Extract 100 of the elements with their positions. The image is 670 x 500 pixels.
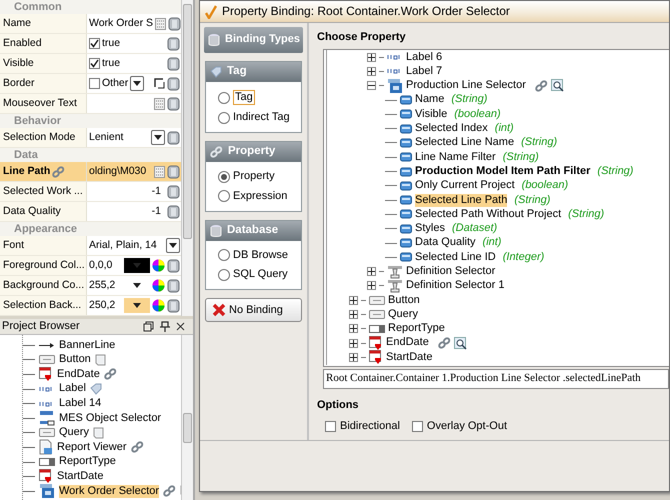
report-icon xyxy=(39,439,53,456)
property-value[interactable]: Work Order S xyxy=(89,17,153,30)
radio-button[interactable] xyxy=(218,190,230,202)
binding-icon[interactable] xyxy=(167,76,180,90)
radio-label[interactable]: SQL Query xyxy=(233,268,288,282)
tree-item[interactable]: Label 7 xyxy=(406,64,442,78)
radio-button[interactable] xyxy=(218,268,230,281)
expand-toggle[interactable] xyxy=(349,296,358,305)
expand-toggle[interactable] xyxy=(367,52,376,62)
checkbox[interactable] xyxy=(325,421,336,432)
no-binding-button[interactable]: No Binding xyxy=(205,298,302,322)
calendar-icon xyxy=(39,366,53,382)
tree-item[interactable]: ReportType xyxy=(59,455,116,469)
checkbox[interactable] xyxy=(89,78,100,89)
radio-button[interactable] xyxy=(218,92,230,104)
tree-item[interactable]: Selected Line Path xyxy=(415,194,508,207)
tree-item[interactable]: Only Current Project xyxy=(415,179,515,192)
tree-item[interactable]: Label xyxy=(59,382,86,396)
radio-label[interactable]: Property xyxy=(233,170,275,184)
dropdown-button[interactable] xyxy=(166,238,180,253)
scrollbar[interactable] xyxy=(181,335,193,500)
radio-button[interactable] xyxy=(218,112,230,124)
border-icon[interactable] xyxy=(154,78,165,89)
tree-item[interactable]: Styles xyxy=(415,222,445,236)
binding-icon[interactable] xyxy=(167,96,180,110)
path-field[interactable]: Root Container.Container 1.Production Line Selector .selectedLinePath xyxy=(323,369,669,389)
close-icon[interactable] xyxy=(176,322,185,331)
text-edit-icon[interactable] xyxy=(154,98,165,110)
tree-item[interactable]: Line Name Filter xyxy=(415,150,496,164)
checkbox-label[interactable]: Bidirectional xyxy=(340,420,400,434)
pin-icon[interactable] xyxy=(160,321,170,332)
tree-item[interactable]: Report Viewer xyxy=(57,440,126,454)
tree-item[interactable]: Query xyxy=(388,308,418,322)
dropdown-button[interactable] xyxy=(130,76,144,91)
property-value: -1 xyxy=(150,185,162,198)
expand-toggle[interactable] xyxy=(367,267,376,276)
binding-icon[interactable] xyxy=(167,164,180,178)
text-edit-icon[interactable] xyxy=(154,18,166,30)
tree-item[interactable]: Button xyxy=(388,294,420,307)
binding-icon[interactable] xyxy=(167,278,180,292)
radio-label[interactable]: Indirect Tag xyxy=(233,111,290,124)
color-wheel-icon[interactable] xyxy=(152,259,165,272)
expand-toggle[interactable] xyxy=(367,281,376,290)
tree-item[interactable]: Label 14 xyxy=(59,397,102,410)
binding-icon[interactable] xyxy=(167,258,180,272)
binding-icon[interactable] xyxy=(167,56,180,70)
tree-item[interactable]: EndDate xyxy=(57,368,100,382)
binding-icon[interactable] xyxy=(167,130,180,144)
tree-item[interactable]: MES Object Selector xyxy=(59,412,162,425)
binding-icon[interactable] xyxy=(167,36,180,50)
expand-toggle[interactable] xyxy=(349,310,358,319)
tree-item[interactable]: Work Order Selector xyxy=(59,484,160,498)
binding-icon[interactable] xyxy=(168,16,181,30)
radio-label[interactable]: Expression xyxy=(233,190,288,203)
tree-item[interactable]: Production Model Item Path Filter xyxy=(415,164,590,178)
radio-button[interactable] xyxy=(218,170,230,183)
property-name: Border xyxy=(3,77,35,90)
text-edit-icon[interactable] xyxy=(154,166,165,178)
radio-label[interactable]: Tag xyxy=(233,90,255,106)
binding-icon[interactable] xyxy=(167,298,180,312)
tree-item[interactable]: Selected Line ID xyxy=(415,250,496,264)
tree-item[interactable]: Name xyxy=(415,93,444,107)
tree-item[interactable]: EndDate xyxy=(386,336,429,350)
tree-item[interactable]: Definition Selector 1 xyxy=(406,279,504,292)
expand-toggle[interactable] xyxy=(349,324,358,334)
color-wheel-icon[interactable] xyxy=(152,299,165,312)
tree-item[interactable]: Selected Path Without Project xyxy=(415,208,562,221)
expand-toggle[interactable] xyxy=(367,81,376,90)
checkbox[interactable] xyxy=(412,421,423,432)
checkbox-label[interactable]: Overlay Opt-Out xyxy=(426,420,507,434)
radio-label[interactable]: DB Browse xyxy=(233,248,288,262)
tree-item[interactable]: Data Quality xyxy=(415,236,476,250)
tree-item[interactable]: Selected Index xyxy=(415,122,488,136)
color-swatch[interactable] xyxy=(124,298,150,313)
tree-item[interactable]: Visible xyxy=(415,108,448,121)
tree-item[interactable]: ReportType xyxy=(388,322,445,336)
tree-item[interactable]: Production Line Selector xyxy=(406,79,526,92)
binding-icon[interactable] xyxy=(167,184,180,198)
tree-item[interactable]: StartDate xyxy=(57,470,104,484)
tree-item[interactable]: Query xyxy=(59,426,89,440)
expand-toggle[interactable] xyxy=(367,66,376,76)
expand-toggle[interactable] xyxy=(349,338,358,348)
expand-toggle[interactable] xyxy=(349,352,358,362)
checkbox[interactable] xyxy=(89,38,100,49)
restore-icon[interactable] xyxy=(143,321,154,332)
color-wheel-icon[interactable] xyxy=(152,279,165,292)
tree-item[interactable]: Selected Line Name xyxy=(415,136,514,150)
plus-icon xyxy=(350,354,357,361)
tree-item[interactable]: BannerLine xyxy=(59,338,116,352)
tree-item[interactable]: StartDate xyxy=(386,350,432,364)
tree-item[interactable]: Button xyxy=(59,353,91,366)
property-icon xyxy=(400,252,412,262)
dropdown-button[interactable] xyxy=(151,130,165,145)
radio-button[interactable] xyxy=(218,249,230,262)
binding-icon[interactable] xyxy=(167,204,180,218)
scrollbar[interactable] xyxy=(181,0,193,316)
color-swatch[interactable] xyxy=(124,258,150,273)
tree-item[interactable]: Label 6 xyxy=(406,50,442,64)
checkbox[interactable] xyxy=(89,58,100,69)
tree-item[interactable]: Definition Selector xyxy=(406,265,496,278)
